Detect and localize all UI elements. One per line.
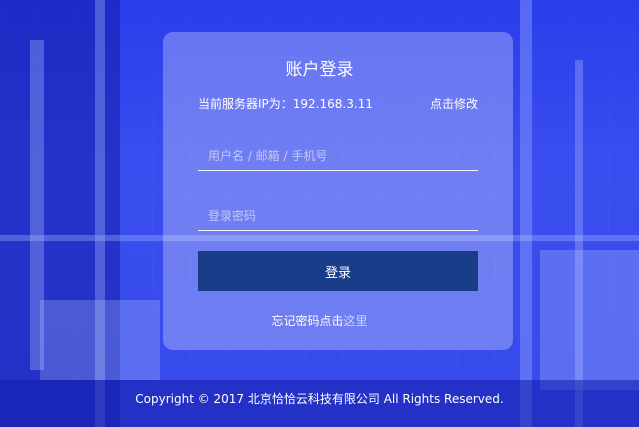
server-ip-row: 当前服务器IP为：192.168.3.11 点击修改	[198, 95, 478, 113]
password-input[interactable]	[198, 201, 478, 231]
forgot-password-row: 忘记密码点击这里	[0, 312, 639, 330]
server-ip-label: 当前服务器IP为：192.168.3.11	[198, 97, 373, 111]
forgot-password-link[interactable]: 这里	[344, 314, 368, 328]
copyright-footer: Copyright © 2017 北京恰恰云科技有限公司 All Rights …	[135, 392, 504, 406]
modify-ip-link[interactable]: 点击修改	[430, 95, 478, 113]
username-input[interactable]	[198, 141, 478, 171]
login-title: 账户登录	[285, 60, 354, 80]
login-button[interactable]: 登录	[198, 251, 478, 291]
forgot-password-text: 忘记密码点击	[271, 314, 344, 328]
